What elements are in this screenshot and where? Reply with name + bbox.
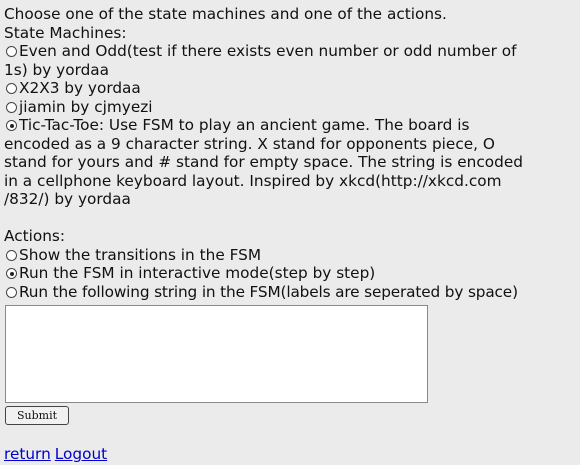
label-line: stand for yours and # stand for empty sp… (4, 153, 523, 171)
radio-button[interactable] (6, 286, 17, 298)
state-machines-heading: State Machines: (4, 23, 127, 42)
label-line: in a cellphone keyboard layout. Inspired… (4, 171, 502, 190)
state-machine-option-even-odd[interactable]: Even and Odd(test if there exists even n… (4, 42, 578, 79)
footer-links: return Logout (4, 445, 578, 464)
state-machine-label-jiamin: jiamin by cjmyezi (19, 97, 153, 116)
radio-button-selected[interactable] (6, 120, 17, 131)
label-line: Even and Odd(test if there exists even n… (19, 42, 517, 60)
state-machine-label-x2x3: X2X3 by yordaa (19, 79, 141, 97)
action-label-show-transitions: Show the transitions in the FSM (19, 245, 262, 264)
state-machine-option-x2x3[interactable]: X2X3 by yordaa (4, 79, 578, 98)
state-machine-label-even-odd: Even and Odd(test if there exists even n… (4, 42, 517, 79)
label-line: Tic-Tac-Toe: Use FSM to play an ancient … (19, 116, 470, 134)
action-option-show-transitions[interactable]: Show the transitions in the FSM (4, 246, 578, 265)
radio-button[interactable] (6, 83, 17, 94)
fsm-form: Choose one of the state machines and one… (4, 5, 578, 464)
radio-button[interactable] (6, 249, 17, 261)
label-line: 1s) by yordaa (4, 60, 110, 79)
radio-button-selected[interactable] (6, 268, 17, 279)
label-line: encoded as a 9 character string. X stand… (4, 134, 495, 153)
action-label-interactive: Run the FSM in interactive mode(step by … (19, 264, 376, 282)
input-string-textarea[interactable] (5, 305, 428, 403)
state-machine-option-tic-tac-toe[interactable]: Tic-Tac-Toe: Use FSM to play an ancient … (4, 116, 578, 209)
instructions-text: Choose one of the state machines and one… (4, 5, 447, 23)
return-link[interactable]: return (4, 445, 51, 463)
submit-button[interactable]: Submit (5, 406, 69, 425)
action-option-interactive[interactable]: Run the FSM in interactive mode(step by … (4, 264, 578, 283)
state-machine-label-tic-tac-toe: Tic-Tac-Toe: Use FSM to play an ancient … (4, 116, 523, 209)
label-line: /832/) by yordaa (4, 190, 131, 208)
action-label-run-string: Run the following string in the FSM(labe… (19, 282, 518, 301)
radio-button[interactable] (6, 46, 17, 57)
actions-heading: Actions: (4, 227, 66, 245)
state-machine-option-jiamin[interactable]: jiamin by cjmyezi (4, 98, 578, 117)
logout-link[interactable]: Logout (55, 445, 107, 463)
radio-button[interactable] (6, 101, 17, 113)
action-option-run-string[interactable]: Run the following string in the FSM(labe… (4, 283, 578, 302)
